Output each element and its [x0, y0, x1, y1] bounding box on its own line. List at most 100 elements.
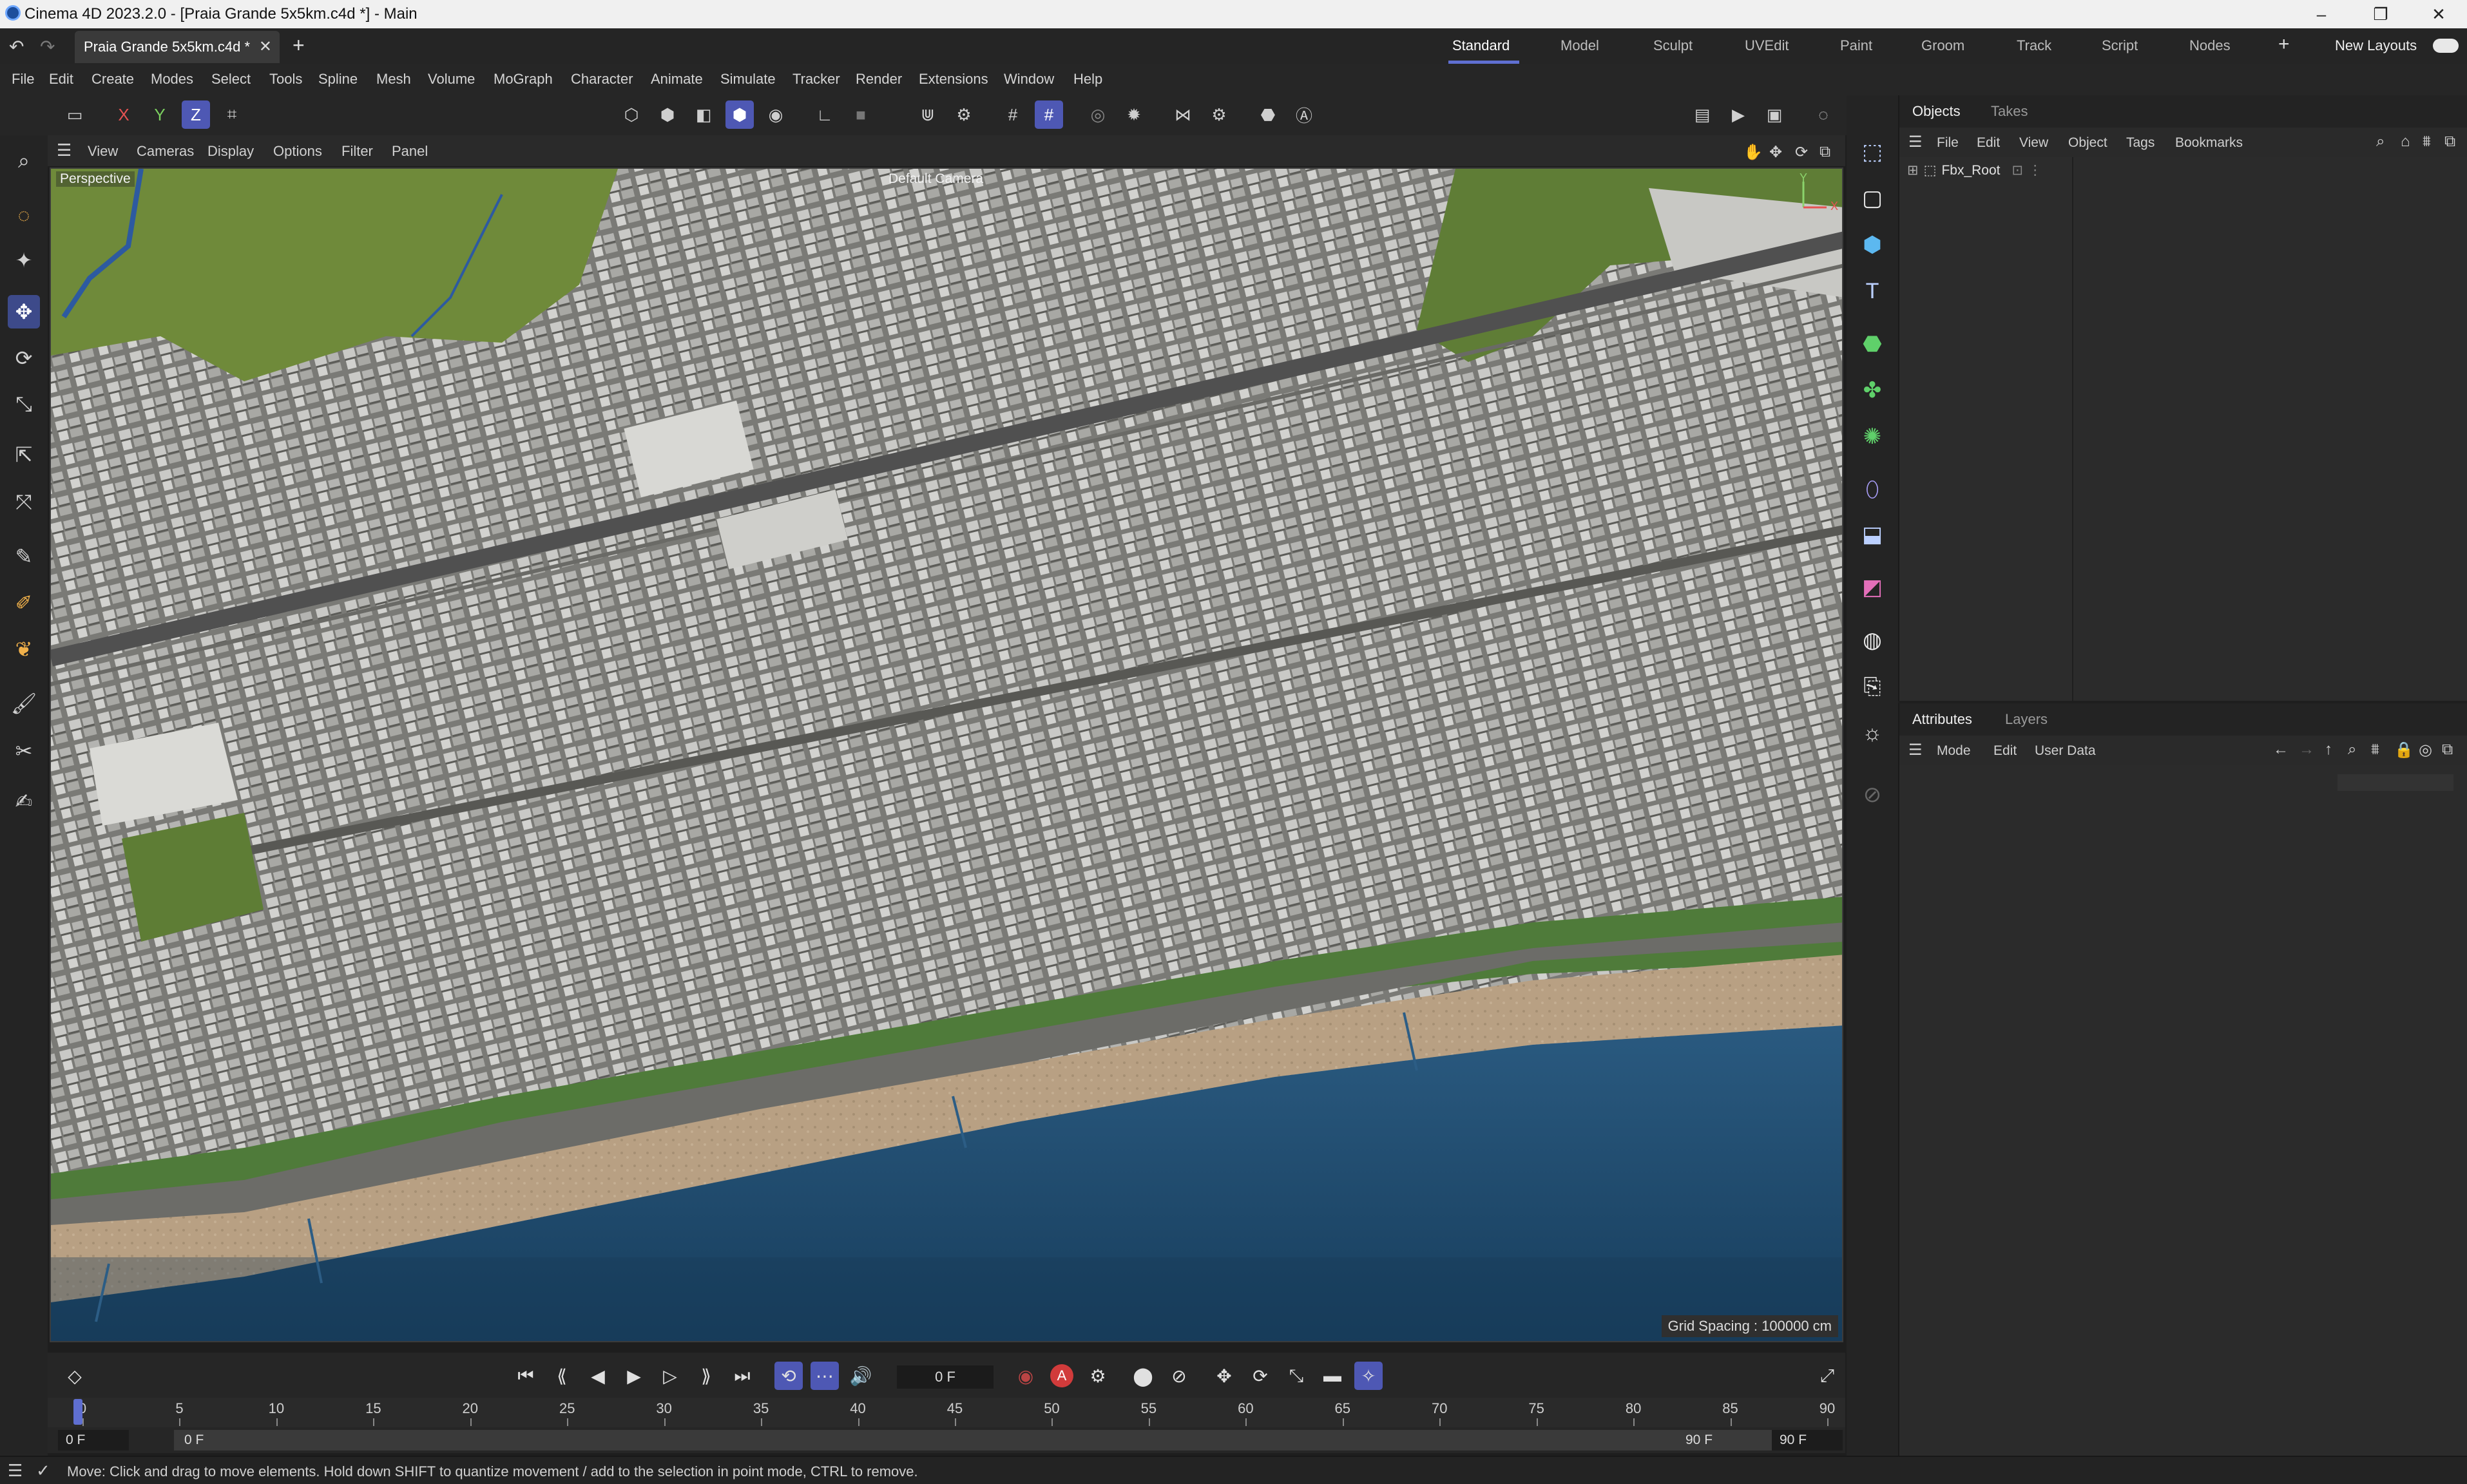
pan-view-icon[interactable]: ✋: [1743, 143, 1763, 162]
text-object-icon[interactable]: T: [1856, 274, 1889, 308]
snap-magnet-icon[interactable]: ⋓: [914, 100, 942, 129]
tab-takes[interactable]: Takes: [1991, 103, 2028, 120]
range-start-field[interactable]: 0 F: [58, 1430, 129, 1451]
objects-menu-bookmarks[interactable]: Bookmarks: [2175, 135, 2243, 151]
timeline-expand-icon[interactable]: ⤢: [1813, 1362, 1841, 1390]
viewport-menu-cameras[interactable]: Cameras: [137, 143, 194, 160]
null-object-icon[interactable]: ⬚: [1856, 135, 1889, 169]
menu-extensions[interactable]: Extensions: [919, 71, 988, 88]
toggle-views-icon[interactable]: ⧉: [1819, 143, 1830, 161]
select-tools-icon[interactable]: ✦: [8, 243, 40, 277]
objects-menu-file[interactable]: File: [1937, 135, 1959, 151]
document-tab[interactable]: Praia Grande 5x5km.c4d * ✕: [75, 31, 280, 63]
new-tab-button[interactable]: +: [293, 33, 305, 57]
cloner-icon[interactable]: ✤: [1856, 374, 1889, 407]
symmetry-icon[interactable]: ⋈: [1169, 100, 1197, 129]
param-key-icon[interactable]: ▬: [1318, 1362, 1347, 1390]
layout-uvedit[interactable]: UVEdit: [1745, 37, 1789, 54]
key-selection-icon[interactable]: ⬤: [1129, 1362, 1157, 1390]
tab-objects[interactable]: Objects: [1912, 103, 1961, 120]
layout-script[interactable]: Script: [2102, 37, 2138, 54]
viewport-camera-label[interactable]: Default Camera: [888, 171, 983, 187]
objects-menu-view[interactable]: View: [2019, 135, 2048, 151]
menu-tools[interactable]: Tools: [269, 71, 302, 88]
key-mode-icon[interactable]: ◇: [61, 1362, 89, 1390]
field-icon[interactable]: ⬓: [1856, 518, 1889, 551]
tweak-settings-icon[interactable]: ✹: [1120, 100, 1148, 129]
attributes-menu-edit[interactable]: Edit: [1993, 743, 2017, 759]
record-position-icon[interactable]: ◉: [1012, 1362, 1040, 1390]
objects-menu-object[interactable]: Object: [2068, 135, 2107, 151]
menu-simulate[interactable]: Simulate: [720, 71, 776, 88]
keyframe-settings-icon[interactable]: ⚙: [1084, 1362, 1112, 1390]
edges-mode-icon[interactable]: ◧: [689, 100, 718, 129]
placement-tool-icon[interactable]: ⤧: [8, 486, 40, 519]
light-icon[interactable]: ☼: [1856, 716, 1889, 750]
play-icon[interactable]: ▶: [620, 1362, 648, 1390]
brush-tool-icon[interactable]: 🖌: [8, 687, 40, 720]
snap-grid-icon[interactable]: #: [1035, 100, 1063, 129]
move-tool-icon[interactable]: ✥: [8, 295, 40, 328]
playhead-handle[interactable]: [73, 1399, 82, 1425]
layout-paint[interactable]: Paint: [1840, 37, 1872, 54]
new-layouts-button[interactable]: New Layouts: [2335, 37, 2417, 54]
tab-layers[interactable]: Layers: [2005, 711, 2048, 728]
menu-render[interactable]: Render: [856, 71, 902, 88]
scale-tool-icon[interactable]: ⤡: [8, 388, 40, 421]
knife-tool-icon[interactable]: ✂: [8, 734, 40, 768]
cube-icon[interactable]: ⬢: [1856, 228, 1889, 262]
scale-key-icon[interactable]: ⤡: [1282, 1362, 1310, 1390]
timeline-ruler[interactable]: 0 5 10 15 20 25 30 35 40 45 50 55 60 65 70 75 80 85 90: [48, 1398, 1845, 1427]
effector-icon[interactable]: ✺: [1856, 420, 1889, 453]
back-arrow-icon[interactable]: ←: [2273, 741, 2289, 759]
undo-icon[interactable]: ↶: [9, 36, 24, 57]
minimize-button[interactable]: –: [2305, 3, 2337, 26]
go-to-start-icon[interactable]: ⏮: [512, 1362, 540, 1390]
objects-menu-tags[interactable]: Tags: [2126, 135, 2155, 151]
lock-y-axis-button[interactable]: Y: [146, 100, 174, 129]
spline-tools-icon[interactable]: ❦: [8, 633, 40, 666]
render-view-button-icon[interactable]: ▶: [1724, 100, 1752, 129]
attributes-search-icon[interactable]: ⌕: [2348, 741, 2356, 759]
tag-icon[interactable]: ⊘: [1856, 778, 1889, 812]
attributes-hamburger-icon[interactable]: ☰: [1908, 741, 1923, 759]
tree-row-fbx-root[interactable]: ⊞ ⬚ Fbx_Root ⊡ ⋮: [1907, 162, 2042, 178]
viewport-menu-filter[interactable]: Filter: [341, 143, 373, 160]
interpolation-icon[interactable]: ⊘: [1165, 1362, 1193, 1390]
move-view-icon[interactable]: ✥: [1769, 143, 1782, 162]
render-to-picture-viewer-icon[interactable]: ▣: [1760, 100, 1789, 129]
expand-icon[interactable]: ⊞: [1907, 162, 1919, 178]
menu-create[interactable]: Create: [91, 71, 134, 88]
add-layout-button[interactable]: +: [2278, 33, 2290, 55]
attributes-menu-user-data[interactable]: User Data: [2035, 743, 2096, 759]
viewport-hamburger-icon[interactable]: ☰: [57, 140, 72, 160]
sound-icon[interactable]: 🔊: [847, 1362, 875, 1390]
layout-track[interactable]: Track: [2017, 37, 2051, 54]
spline-pen-icon[interactable]: ✎: [8, 540, 40, 573]
next-key-icon[interactable]: ⟫: [692, 1362, 720, 1390]
objects-menu-edit[interactable]: Edit: [1977, 135, 2000, 151]
objects-hamburger-icon[interactable]: ☰: [1908, 133, 1923, 151]
current-frame-field[interactable]: 0 F: [897, 1365, 994, 1389]
visibility-dots-icon[interactable]: ⋮: [2028, 162, 2042, 178]
target-icon[interactable]: ◎: [2419, 741, 2432, 759]
points-mode-icon[interactable]: ⬢: [653, 100, 682, 129]
live-selection-icon[interactable]: ◌: [8, 198, 40, 232]
layout-nodes[interactable]: Nodes: [2189, 37, 2231, 54]
camera-icon[interactable]: ⎘: [1856, 670, 1889, 703]
menu-mesh[interactable]: Mesh: [376, 71, 411, 88]
layout-model[interactable]: Model: [1560, 37, 1599, 54]
menu-edit[interactable]: Edit: [49, 71, 73, 88]
objects-expand-icon[interactable]: ⧉: [2444, 133, 2455, 151]
loop-icon[interactable]: ⟲: [774, 1362, 803, 1390]
uv-mode-icon[interactable]: ◉: [762, 100, 790, 129]
model-mode-icon[interactable]: ⬡: [617, 100, 646, 129]
menu-mograph[interactable]: MoGraph: [494, 71, 553, 88]
coordinate-system-icon[interactable]: ▭: [61, 100, 89, 129]
rotation-key-icon[interactable]: ⟳: [1246, 1362, 1274, 1390]
lock-x-axis-button[interactable]: X: [110, 100, 138, 129]
range-slider[interactable]: [174, 1430, 1778, 1451]
attributes-menu-mode[interactable]: Mode: [1937, 743, 1971, 759]
next-frame-icon[interactable]: ▷: [656, 1362, 684, 1390]
workplane-grid-icon[interactable]: #: [999, 100, 1027, 129]
